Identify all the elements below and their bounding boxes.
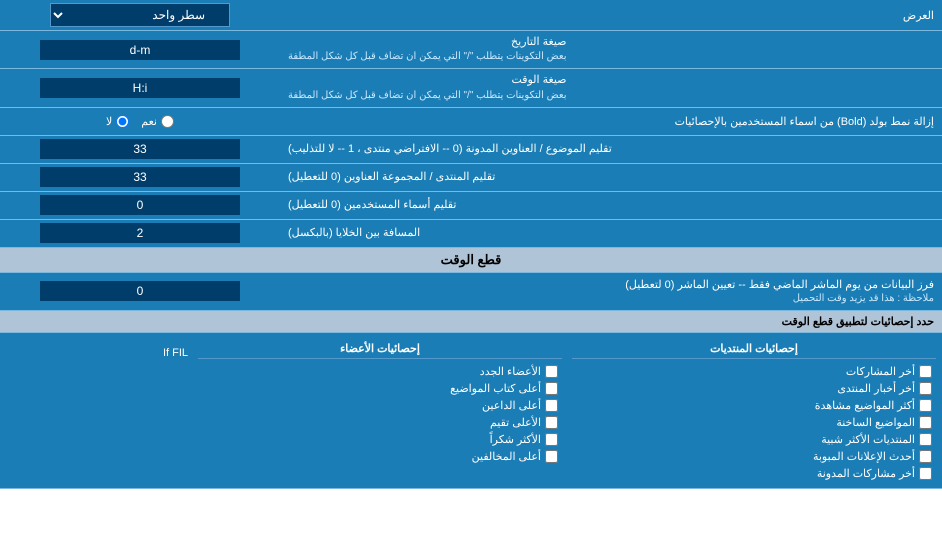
time-format-input[interactable] — [40, 78, 240, 98]
cutoff-section-header: قطع الوقت — [0, 248, 942, 273]
date-format-row: صيغة التاريخ بعض التكوينات يتطلب "/" الت… — [0, 31, 942, 69]
cell-spacing-input-wrapper — [0, 220, 280, 247]
if-fil-text: If FIL — [163, 347, 188, 359]
posts-stats-col: إحصائيات المنتديات أخر المشاركات أخر أخب… — [572, 339, 936, 482]
cutoff-label-text: فرز البيانات من يوم الماشر الماضي فقط --… — [288, 278, 934, 291]
date-format-label: صيغة التاريخ بعض التكوينات يتطلب "/" الت… — [280, 31, 942, 68]
list-item: المنتديات الأكثر شبية — [572, 431, 936, 448]
usernames-input-wrapper — [0, 192, 280, 219]
bold-no-label[interactable]: لا — [106, 115, 129, 128]
cell-spacing-label: المسافة بين الخلايا (بالبكسل) — [280, 220, 942, 247]
list-item: الأكثر شكراً — [198, 431, 562, 448]
apply-col: If FIL — [6, 339, 188, 482]
cutoff-sublabel: ملاحظة : هذا قد يزيد وقت التحميل — [288, 293, 934, 304]
cutoff-input[interactable] — [40, 281, 240, 301]
forum-titles-row: تقليم المنتدى / المجموعة العناوين (0 للت… — [0, 164, 942, 192]
time-format-row: صيغة الوقت بعض التكوينات يتطلب "/" التي … — [0, 69, 942, 107]
list-item: الأعلى تقيم — [198, 414, 562, 431]
list-item: أحدث الإعلانات المبوبة — [572, 448, 936, 465]
list-item: أعلى المخالفين — [198, 448, 562, 465]
usernames-label: تقليم أسماء المستخدمين (0 للتعطيل) — [280, 192, 942, 219]
posts-checkbox-6[interactable] — [919, 450, 932, 463]
cutoff-header-text: قطع الوقت — [441, 252, 502, 267]
members-checkbox-1[interactable] — [545, 365, 558, 378]
list-item: أعلى الداعين — [198, 397, 562, 414]
members-stats-header: إحصائيات الأعضاء — [198, 339, 562, 359]
list-item: أخر مشاركات المدونة — [572, 465, 936, 482]
posts-checkbox-4[interactable] — [919, 416, 932, 429]
forum-titles-input[interactable] — [40, 167, 240, 187]
cell-spacing-row: المسافة بين الخلايا (بالبكسل) — [0, 220, 942, 248]
stats-header-text: حدد إحصائيات لتطبيق قطع الوقت — [782, 316, 934, 328]
list-item: أعلى كتاب المواضيع — [198, 380, 562, 397]
topics-titles-input-wrapper — [0, 136, 280, 163]
members-checkbox-3[interactable] — [545, 399, 558, 412]
list-item: المواضيع الساخنة — [572, 414, 936, 431]
date-format-text: صيغة التاريخ بعض التكوينات يتطلب "/" الت… — [288, 35, 567, 64]
cutoff-row: فرز البيانات من يوم الماشر الماضي فقط --… — [0, 273, 942, 311]
cell-spacing-input[interactable] — [40, 223, 240, 243]
bold-yes-radio[interactable] — [161, 115, 174, 128]
time-format-text: صيغة الوقت بعض التكوينات يتطلب "/" التي … — [288, 73, 567, 102]
stats-section: حدد إحصائيات لتطبيق قطع الوقت إحصائيات ا… — [0, 311, 942, 489]
usernames-input[interactable] — [40, 195, 240, 215]
topics-titles-row: تقليم الموضوع / العناوين المدونة (0 -- ا… — [0, 136, 942, 164]
posts-checkbox-5[interactable] — [919, 433, 932, 446]
posts-checkbox-7[interactable] — [919, 467, 932, 480]
date-format-input[interactable] — [40, 40, 240, 60]
members-checkbox-2[interactable] — [545, 382, 558, 395]
list-item: أكثر المواضيع مشاهدة — [572, 397, 936, 414]
bold-row: إزالة نمط بولد (Bold) من اسماء المستخدمي… — [0, 108, 942, 136]
cutoff-label: فرز البيانات من يوم الماشر الماضي فقط --… — [280, 273, 942, 310]
list-item: أخر أخبار المنتدى — [572, 380, 936, 397]
usernames-row: تقليم أسماء المستخدمين (0 للتعطيل) — [0, 192, 942, 220]
posts-checkbox-1[interactable] — [919, 365, 932, 378]
cutoff-input-wrapper — [0, 273, 280, 310]
posts-checkbox-3[interactable] — [919, 399, 932, 412]
bold-yes-label[interactable]: نعم — [141, 115, 174, 128]
time-format-label: صيغة الوقت بعض التكوينات يتطلب "/" التي … — [280, 69, 942, 106]
display-label: العرض — [280, 5, 942, 26]
posts-stats-header: إحصائيات المنتديات — [572, 339, 936, 359]
bold-no-radio[interactable] — [116, 115, 129, 128]
members-stats-col: إحصائيات الأعضاء الأعضاء الجدد أعلى كتاب… — [198, 339, 562, 482]
members-checkbox-5[interactable] — [545, 433, 558, 446]
list-item: الأعضاء الجدد — [198, 363, 562, 380]
forum-titles-input-wrapper — [0, 164, 280, 191]
topics-titles-input[interactable] — [40, 139, 240, 159]
stats-content: إحصائيات المنتديات أخر المشاركات أخر أخب… — [0, 333, 942, 488]
forum-titles-label: تقليم المنتدى / المجموعة العناوين (0 للت… — [280, 164, 942, 191]
stats-header: حدد إحصائيات لتطبيق قطع الوقت — [0, 311, 942, 333]
posts-checkbox-2[interactable] — [919, 382, 932, 395]
display-row: العرض سطر واحد سطرين ثلاثة أسطر — [0, 0, 942, 31]
list-item: أخر المشاركات — [572, 363, 936, 380]
bold-controls: نعم لا — [0, 112, 280, 131]
members-checkbox-4[interactable] — [545, 416, 558, 429]
date-format-sublabel: بعض التكوينات يتطلب "/" التي يمكن ان تضا… — [288, 50, 567, 64]
date-format-input-wrapper — [0, 31, 280, 68]
display-select-wrapper: سطر واحد سطرين ثلاثة أسطر — [0, 0, 280, 30]
topics-titles-label: تقليم الموضوع / العناوين المدونة (0 -- ا… — [280, 136, 942, 163]
members-checkbox-6[interactable] — [545, 450, 558, 463]
time-format-input-wrapper — [0, 69, 280, 106]
time-format-sublabel: بعض التكوينات يتطلب "/" التي يمكن ان تضا… — [288, 89, 567, 103]
display-select[interactable]: سطر واحد سطرين ثلاثة أسطر — [50, 3, 230, 27]
bold-label: إزالة نمط بولد (Bold) من اسماء المستخدمي… — [280, 111, 942, 132]
